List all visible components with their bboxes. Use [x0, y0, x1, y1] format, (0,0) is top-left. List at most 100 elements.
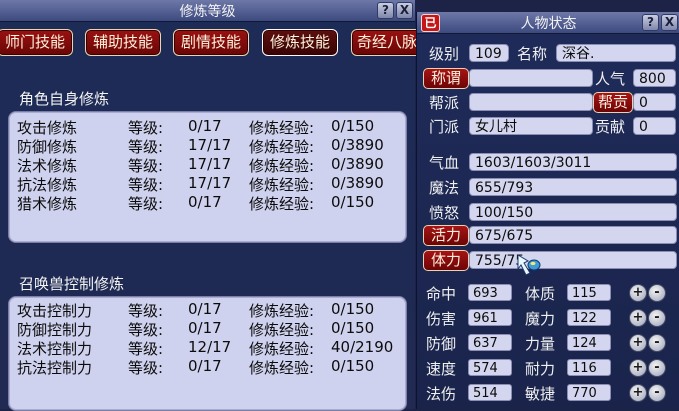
self-cultivation-level-label: 等级:: [128, 157, 164, 175]
minus-icon[interactable]: -: [648, 284, 666, 302]
minus-icon[interactable]: -: [648, 359, 666, 377]
stat-value: 514: [468, 384, 512, 401]
pet-cultivation-exp-label: 修炼经验:: [249, 340, 315, 358]
attribute-label: 魔力: [525, 310, 556, 328]
self-cultivation-exp-label: 修炼经验:: [249, 138, 315, 156]
popularity-label: 人气: [595, 70, 626, 88]
cultivation-window: 修炼等级 ? X 师门技能 辅助技能 剧情技能 修炼技能 奇经八脉 角色自身修炼…: [0, 0, 423, 411]
pet-cultivation-row[interactable]: 防御控制力 等级: 0/17 修炼经验: 0/150: [0, 319, 410, 339]
title-value: [469, 69, 593, 87]
self-cultivation-exp: 0/3890: [331, 136, 384, 154]
help-icon[interactable]: ?: [642, 14, 659, 31]
gang-label: 帮派: [429, 94, 460, 112]
gang-contribution-value: 0: [633, 93, 676, 111]
pet-cultivation-exp: 0/150: [331, 319, 375, 337]
self-cultivation-level: 0/17: [188, 117, 222, 135]
attribute-value: 124: [567, 334, 611, 351]
pet-cultivation-exp: 0/150: [331, 300, 375, 318]
pet-cultivation-row[interactable]: 抗法控制力 等级: 0/17 修炼经验: 0/150: [0, 357, 410, 377]
self-cultivation-exp: 0/3890: [331, 174, 384, 192]
self-cultivation-name: 猎术修炼: [17, 195, 78, 213]
plus-icon[interactable]: +: [629, 359, 647, 377]
sect-label: 门派: [429, 118, 460, 136]
pet-cultivation-level-label: 等级:: [128, 321, 164, 339]
self-cultivation-name: 抗法修炼: [17, 176, 78, 194]
minus-icon[interactable]: -: [648, 334, 666, 352]
pet-cultivation-level: 12/17: [188, 338, 232, 356]
stat-label: 伤害: [426, 310, 457, 328]
pet-cultivation-level-label: 等级:: [128, 302, 164, 320]
self-cultivation-level-label: 等级:: [128, 195, 164, 213]
self-cultivation-exp: 0/150: [331, 117, 375, 135]
self-cultivation-exp-label: 修炼经验:: [249, 157, 315, 175]
self-cultivation-exp: 0/150: [331, 193, 375, 211]
help-icon[interactable]: ?: [377, 2, 394, 19]
tab-cultivation-skills[interactable]: 修炼技能: [262, 29, 338, 56]
self-cultivation-exp: 0/3890: [331, 155, 384, 173]
self-cultivation-name: 防御修炼: [17, 138, 78, 156]
self-cultivation-row[interactable]: 防御修炼 等级: 17/17 修炼经验: 0/3890: [0, 136, 410, 156]
stat-label: 命中: [426, 285, 457, 303]
attribute-value: 122: [567, 309, 611, 326]
cultivation-window-title: 修炼等级: [179, 4, 236, 20]
stat-label: 法伤: [426, 385, 457, 403]
plus-icon[interactable]: +: [629, 284, 647, 302]
contribution-value: 0: [633, 117, 676, 135]
pet-cultivation-title: 召唤兽控制修炼: [19, 275, 125, 293]
self-cultivation-exp-label: 修炼经验:: [249, 119, 315, 137]
pet-cultivation-name: 法术控制力: [17, 340, 93, 358]
popularity-value: 800: [633, 69, 676, 87]
pet-cultivation-exp-label: 修炼经验:: [249, 302, 315, 320]
pet-cultivation-exp-label: 修炼经验:: [249, 321, 315, 339]
mp-value: 655/793: [469, 178, 677, 196]
stat-value: 637: [468, 334, 512, 351]
stat-value: 693: [468, 284, 512, 301]
stat-label: 速度: [426, 360, 457, 378]
self-cultivation-name: 法术修炼: [17, 157, 78, 175]
minus-icon[interactable]: -: [648, 309, 666, 327]
plus-icon[interactable]: +: [629, 309, 647, 327]
title-button[interactable]: 称谓: [423, 68, 469, 89]
pet-cultivation-row[interactable]: 法术控制力 等级: 12/17 修炼经验: 40/2190: [0, 338, 410, 358]
pet-cultivation-level-label: 等级:: [128, 359, 164, 377]
contribution-label: 贡献: [595, 118, 626, 136]
status-titlebar[interactable]: 已 人物状态 ? X: [417, 12, 679, 34]
name-value: 深谷.: [556, 44, 676, 62]
pet-cultivation-name: 防御控制力: [17, 321, 93, 339]
close-icon[interactable]: X: [661, 14, 678, 31]
attribute-label: 体质: [525, 285, 556, 303]
pet-cultivation-exp: 0/150: [331, 357, 375, 375]
pet-cultivation-name: 抗法控制力: [17, 359, 93, 377]
stamina-button[interactable]: 体力: [423, 250, 469, 271]
self-cultivation-level: 17/17: [188, 136, 232, 154]
self-cultivation-row[interactable]: 抗法修炼 等级: 17/17 修炼经验: 0/3890: [0, 174, 410, 194]
minus-icon[interactable]: -: [648, 384, 666, 402]
stat-label: 防御: [426, 335, 457, 353]
close-icon[interactable]: X: [396, 2, 413, 19]
tab-meridians[interactable]: 奇经八脉: [351, 29, 423, 56]
self-cultivation-row[interactable]: 攻击修炼 等级: 0/17 修炼经验: 0/150: [0, 117, 410, 137]
self-cultivation-row[interactable]: 猎术修炼 等级: 0/17 修炼经验: 0/150: [0, 193, 410, 213]
attribute-value: 115: [567, 284, 611, 301]
plus-icon[interactable]: +: [629, 334, 647, 352]
tab-support-skills[interactable]: 辅助技能: [85, 29, 161, 56]
attribute-label: 力量: [525, 335, 556, 353]
self-cultivation-row[interactable]: 法术修炼 等级: 17/17 修炼经验: 0/3890: [0, 155, 410, 175]
pet-cultivation-name: 攻击控制力: [17, 302, 93, 320]
cultivation-titlebar[interactable]: 修炼等级 ? X: [0, 0, 415, 22]
vitality-button[interactable]: 活力: [423, 225, 469, 246]
plus-icon[interactable]: +: [629, 384, 647, 402]
cursor-icon: [517, 254, 541, 276]
tab-sect-skills[interactable]: 师门技能: [0, 29, 73, 56]
gang-contribution-button[interactable]: 帮贡: [593, 92, 633, 113]
pet-cultivation-level: 0/17: [188, 357, 222, 375]
pet-cultivation-level-label: 等级:: [128, 340, 164, 358]
hp-label: 气血: [429, 154, 460, 172]
skill-tabs: 师门技能 辅助技能 剧情技能 修炼技能 奇经八脉: [0, 29, 423, 57]
self-cultivation-level-label: 等级:: [128, 176, 164, 194]
sect-value: 女儿村: [469, 117, 593, 135]
self-cultivation-level: 17/17: [188, 155, 232, 173]
mp-label: 魔法: [429, 179, 460, 197]
tab-story-skills[interactable]: 剧情技能: [173, 29, 249, 56]
pet-cultivation-row[interactable]: 攻击控制力 等级: 0/17 修炼经验: 0/150: [0, 300, 410, 320]
